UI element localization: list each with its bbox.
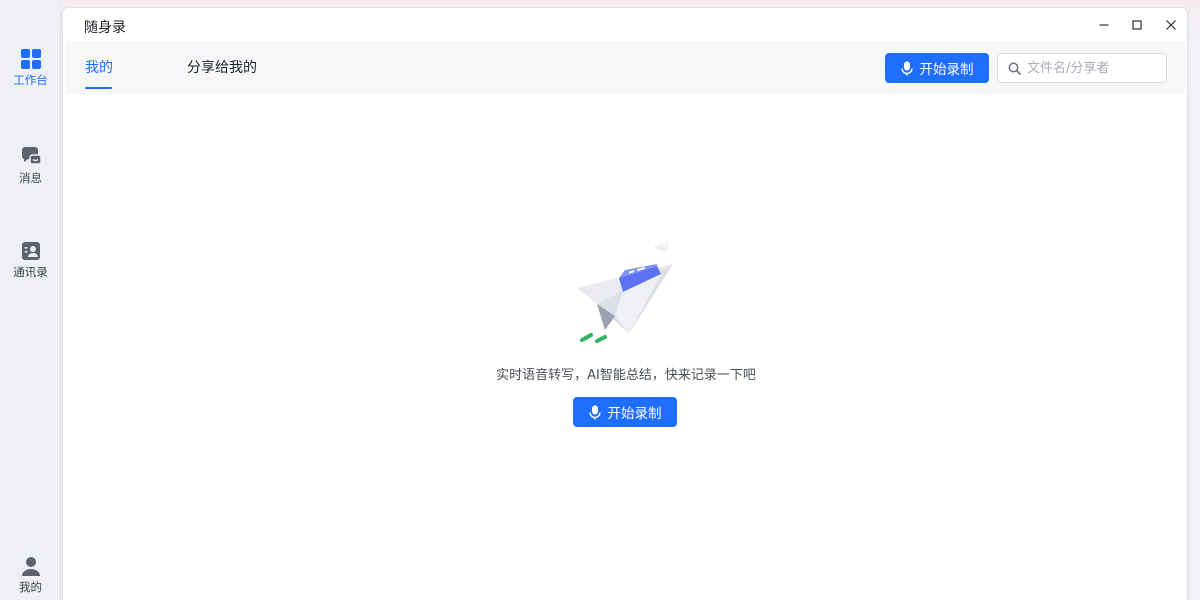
desktop: 工作台 消息 通讯录 我的 随身录 我的 分享给我的 开始录制 文件名/分享者 … — [0, 0, 1200, 600]
side-nav: 工作台 消息 通讯录 我的 — [0, 0, 61, 600]
active-tab-indicator — [85, 87, 112, 89]
user-icon — [21, 557, 40, 576]
nav-item-me[interactable]: 我的 — [0, 555, 61, 600]
microphone-icon — [900, 61, 913, 75]
chat-icon — [21, 147, 42, 165]
microphone-icon — [588, 405, 601, 419]
contacts-icon — [21, 242, 40, 260]
paper-plane-illustration — [577, 240, 673, 343]
search-icon — [1008, 62, 1021, 75]
minimize-button[interactable] — [1092, 16, 1116, 34]
nav-item-messages[interactable]: 消息 — [0, 146, 61, 196]
maximize-button[interactable] — [1125, 16, 1149, 34]
nav-item-label: 工作台 — [13, 73, 48, 87]
start-recording-button-center[interactable]: 开始录制 — [573, 397, 677, 427]
search-box — [997, 53, 1167, 83]
window-title: 随身录 — [84, 20, 126, 36]
tab-mine[interactable]: 我的 — [85, 60, 113, 76]
grid-icon — [20, 49, 41, 69]
start-recording-label: 开始录制 — [919, 62, 974, 78]
toolbar: 我的 分享给我的 开始录制 — [66, 41, 1185, 94]
app-window: 随身录 我的 分享给我的 开始录制 文件名/分享者 实时语音转写，AI智能总结，… — [62, 7, 1188, 600]
empty-state-message: 实时语音转写，AI智能总结，快来记录一下吧 — [496, 368, 756, 383]
nav-item-label: 消息 — [19, 171, 42, 185]
nav-item-label: 我的 — [19, 580, 42, 594]
start-recording-label: 开始录制 — [607, 406, 662, 422]
close-icon — [1166, 20, 1176, 30]
search-input[interactable] — [1027, 60, 1157, 76]
nav-item-label: 通讯录 — [13, 265, 48, 279]
start-recording-button[interactable]: 开始录制 — [885, 53, 989, 83]
minimize-icon — [1099, 24, 1109, 26]
nav-item-workbench[interactable]: 工作台 — [0, 48, 61, 98]
maximize-icon — [1132, 20, 1142, 30]
close-button[interactable] — [1159, 16, 1183, 34]
nav-item-contacts[interactable]: 通讯录 — [0, 240, 61, 290]
tab-shared-with-me[interactable]: 分享给我的 — [187, 60, 257, 76]
